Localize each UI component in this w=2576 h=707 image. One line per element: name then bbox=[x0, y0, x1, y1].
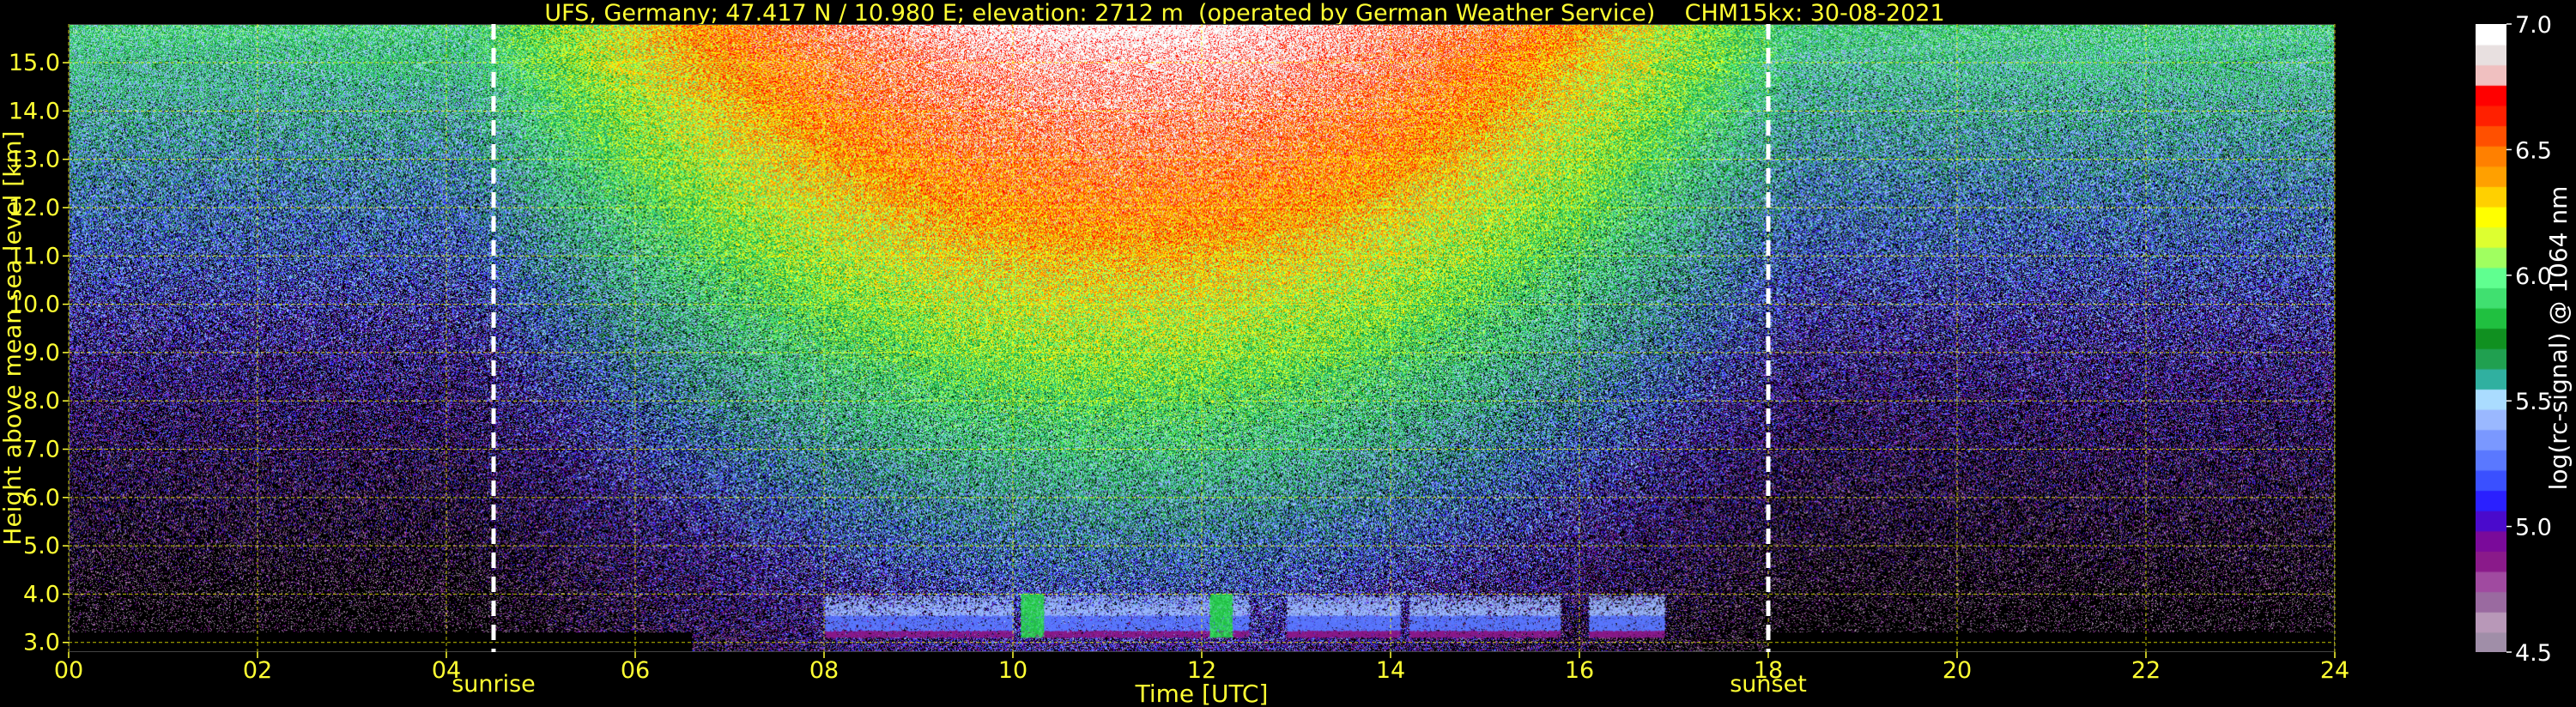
x-tick-label: 08 bbox=[809, 657, 839, 684]
y-tick-label: 15.0 bbox=[9, 50, 60, 76]
x-tick-label: 02 bbox=[243, 657, 272, 684]
x-tick-label: 24 bbox=[2320, 657, 2349, 684]
colorbar-tick-label: 5.0 bbox=[2515, 515, 2552, 541]
x-tick-label: 20 bbox=[1943, 657, 1972, 684]
colorbar-tick-label: 6.5 bbox=[2515, 137, 2552, 164]
x-tick-label: 00 bbox=[54, 657, 83, 684]
x-tick-label: 22 bbox=[2131, 657, 2161, 684]
x-axis-label: Time [UTC] bbox=[1135, 680, 1269, 707]
x-tick-label: 10 bbox=[998, 657, 1027, 684]
sunrise-label: sunrise bbox=[452, 671, 536, 698]
y-tick-label: 5.0 bbox=[23, 533, 60, 559]
y-tick-label: 8.0 bbox=[23, 388, 60, 414]
y-tick-label: 7.0 bbox=[23, 437, 60, 463]
y-tick-label: 14.0 bbox=[9, 98, 60, 124]
colorbar-tick-label: 7.0 bbox=[2515, 12, 2552, 39]
y-tick-label: 9.0 bbox=[23, 340, 60, 366]
y-tick-label: 3.0 bbox=[23, 630, 60, 656]
lidar-backscatter-figure: UFS, Germany; 47.417 N / 10.980 E; eleva… bbox=[0, 0, 2576, 707]
sunset-label: sunset bbox=[1730, 671, 1807, 698]
axes-overlay: 00 02 04 06 08 10 12 14 16 18 20 22 243.04.05.06.07.… bbox=[0, 12, 2573, 707]
y-tick-label: 4.0 bbox=[23, 581, 60, 607]
colorbar-label: log(rc-signal) @ 1064 nm bbox=[2544, 186, 2573, 491]
colorbar-tick-label: 4.5 bbox=[2515, 640, 2552, 667]
x-tick-label: 06 bbox=[621, 657, 650, 684]
x-tick-label: 14 bbox=[1376, 657, 1405, 684]
x-tick-label: 16 bbox=[1565, 657, 1594, 684]
y-axis-label: Height above mean sea level [km] bbox=[0, 130, 27, 545]
y-tick-label: 6.0 bbox=[23, 485, 60, 511]
